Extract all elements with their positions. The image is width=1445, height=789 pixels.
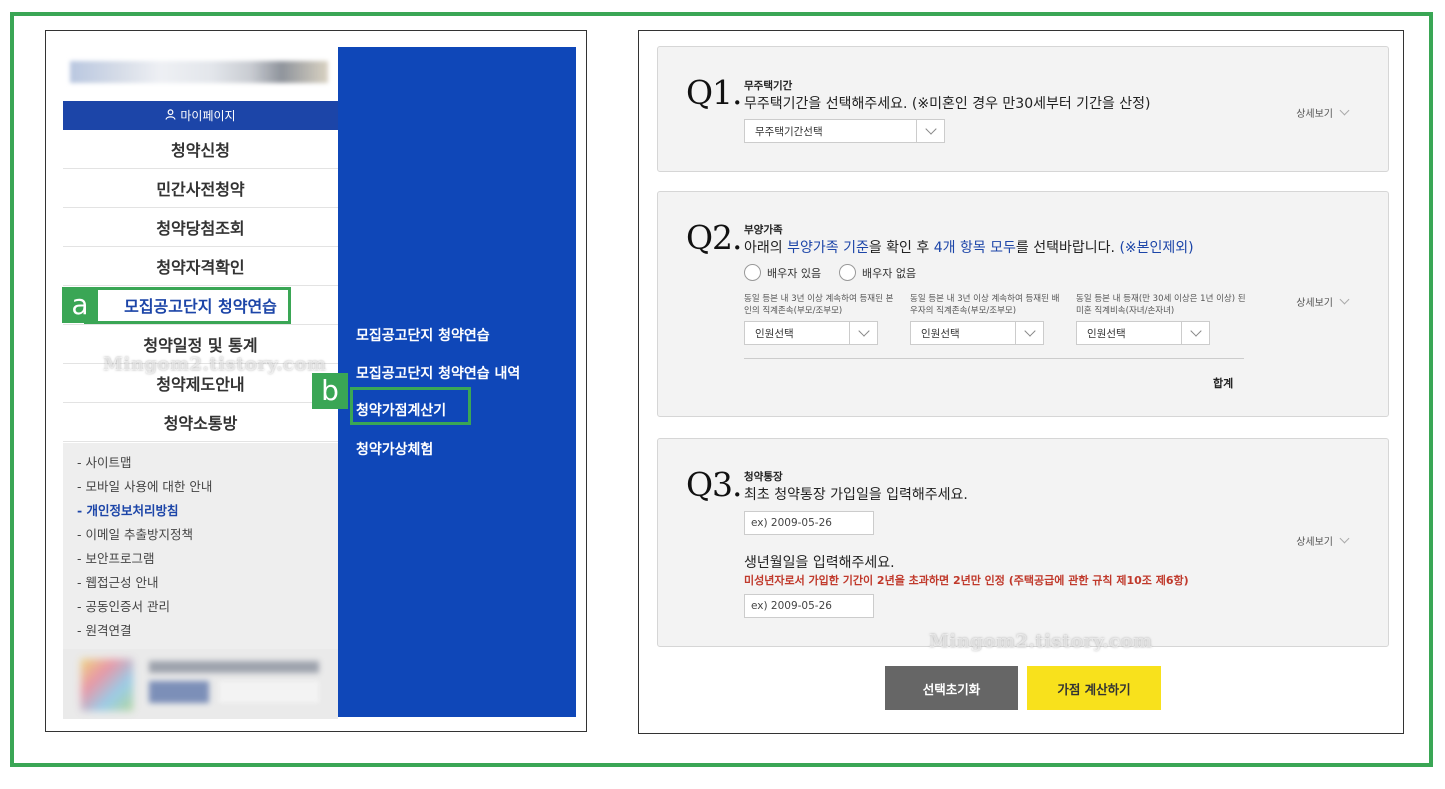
spouse-yes-label: 배우자 있음 bbox=[767, 266, 822, 280]
question-2: Q2. 부양가족 아래의 부양가족 기준을 확인 후 4개 항목 모두를 선택바… bbox=[657, 191, 1389, 417]
q2-title: 부양가족 bbox=[744, 224, 783, 236]
submenu-item-virtual-experience[interactable]: 청약가상체험 bbox=[356, 439, 433, 459]
footer-link-remote[interactable]: - 원격연결 bbox=[77, 619, 324, 643]
q3-description: 최초 청약통장 가입일을 입력해주세요. bbox=[744, 487, 968, 503]
watermark: Mingom2.tistory.com bbox=[103, 354, 327, 375]
spouse-no-label: 배우자 없음 bbox=[862, 266, 917, 280]
q3-title: 청약통장 bbox=[744, 471, 783, 483]
birthdate-description: 생년월일을 입력해주세요. bbox=[744, 555, 895, 571]
reset-selection-button[interactable]: 선택초기화 bbox=[885, 666, 1018, 710]
q1-number: Q1. bbox=[686, 73, 743, 112]
q2-number: Q2. bbox=[686, 218, 743, 257]
condition-own-parents: 동일 등본 내 3년 이상 계속하여 등재된 본인의 직계존속(부모/조부모) bbox=[744, 294, 894, 316]
q1-detail-toggle[interactable]: 상세보기 bbox=[1296, 105, 1350, 120]
q2-detail-toggle[interactable]: 상세보기 bbox=[1296, 294, 1350, 309]
mypage-button[interactable]: 마이페이지 bbox=[63, 101, 338, 130]
q2-detail-label: 상세보기 bbox=[1296, 298, 1333, 309]
q2-total-label: 합계 bbox=[1213, 377, 1234, 390]
account-open-date-input[interactable]: ex) 2009-05-26 bbox=[744, 511, 874, 535]
footer-link-accessibility[interactable]: - 웹접근성 안내 bbox=[77, 571, 324, 595]
question-1: Q1. 무주택기간 무주택기간을 선택해주세요. (※미혼인 경우 만30세부터… bbox=[657, 46, 1389, 172]
minor-period-warning: 미성년자로서 가입한 기간이 2년을 초과하면 2년만 인정 (주택공급에 관한… bbox=[744, 572, 1189, 588]
user-icon bbox=[165, 108, 176, 123]
q1-period-select[interactable]: 무주택기간선택 bbox=[744, 119, 945, 143]
divider bbox=[744, 358, 1244, 359]
chevron-down-icon bbox=[1339, 294, 1350, 305]
footer-link-privacy[interactable]: - 개인정보처리방침 bbox=[77, 499, 324, 523]
footer-link-sitemap[interactable]: - 사이트맵 bbox=[77, 451, 324, 475]
select-value: 인원선택 bbox=[1087, 327, 1126, 340]
footer-links: - 사이트맵 - 모바일 사용에 대한 안내 - 개인정보처리방침 - 이메일 … bbox=[63, 443, 338, 719]
q1-select-value: 무주택기간선택 bbox=[755, 125, 823, 138]
select-value: 인원선택 bbox=[755, 327, 794, 340]
spouse-parents-count-select[interactable]: 인원선택 bbox=[910, 321, 1044, 345]
watermark: Mingom2.tistory.com bbox=[929, 631, 1153, 652]
chevron-down-icon bbox=[1339, 105, 1350, 116]
mypage-label: 마이페이지 bbox=[180, 109, 236, 123]
chevron-down-icon bbox=[1015, 322, 1043, 344]
footer-link-security[interactable]: - 보안프로그램 bbox=[77, 547, 324, 571]
left-panel: 마이페이지 청약신청 민간사전청약 청약당첨조회 청약자격확인 모집공고단지 청… bbox=[45, 30, 587, 732]
birthdate-input[interactable]: ex) 2009-05-26 bbox=[744, 594, 874, 618]
condition-spouse-parents: 동일 등본 내 3년 이상 계속하여 등재된 배우자의 직계존속(부모/조부모) bbox=[910, 294, 1060, 316]
chevron-down-icon bbox=[1181, 322, 1209, 344]
select-value: 인원선택 bbox=[921, 327, 960, 340]
radio-circle-icon bbox=[744, 264, 761, 281]
q3-detail-label: 상세보기 bbox=[1296, 537, 1333, 548]
calculate-score-button[interactable]: 가점 계산하기 bbox=[1027, 666, 1161, 710]
spouse-yes-radio[interactable]: 배우자 있음 bbox=[744, 264, 821, 281]
submenu-panel: 모집공고단지 청약연습 모집공고단지 청약연습 내역 청약가점계산기 청약가상체… bbox=[338, 47, 576, 717]
condition-children: 동일 등본 내 등재(만 30세 이상은 1년 이상) 된 미혼 직계비속(자녀… bbox=[1076, 294, 1246, 316]
footer-link-certificate[interactable]: - 공동인증서 관리 bbox=[77, 595, 324, 619]
warning-reference: (주택공급에 관한 규칙 제10조 제6항) bbox=[1008, 574, 1189, 587]
highlight-box-b bbox=[350, 387, 471, 425]
q1-title: 무주택기간 bbox=[744, 80, 793, 92]
q2-desc-note: (※본인제외) bbox=[1119, 240, 1194, 256]
menu-item-winning-check[interactable]: 청약당첨조회 bbox=[63, 208, 338, 247]
warning-text: 미성년자로서 가입한 기간이 2년을 초과하면 2년만 인정 bbox=[744, 574, 1009, 587]
own-parents-count-select[interactable]: 인원선택 bbox=[744, 321, 878, 345]
footer-link-mobile[interactable]: - 모바일 사용에 대한 안내 bbox=[77, 475, 324, 499]
footer-banner bbox=[63, 649, 338, 719]
q1-detail-label: 상세보기 bbox=[1296, 109, 1333, 120]
highlight-box-a bbox=[84, 287, 291, 324]
menu-item-apply[interactable]: 청약신청 bbox=[63, 130, 338, 169]
q2-desc-link[interactable]: 부양가족 기준 bbox=[787, 240, 869, 256]
submenu-item-practice-history[interactable]: 모집공고단지 청약연습 내역 bbox=[356, 363, 520, 383]
chevron-down-icon bbox=[849, 322, 877, 344]
menu-item-communication[interactable]: 청약소통방 bbox=[63, 403, 338, 442]
site-logo[interactable] bbox=[70, 61, 328, 83]
q1-description: 무주택기간을 선택해주세요. (※미혼인 경우 만30세부터 기간을 산정) bbox=[744, 96, 1151, 112]
chevron-down-icon bbox=[916, 120, 944, 142]
spouse-no-radio[interactable]: 배우자 없음 bbox=[839, 264, 916, 281]
q3-detail-toggle[interactable]: 상세보기 bbox=[1296, 533, 1350, 548]
badge-a: a bbox=[62, 287, 98, 323]
children-count-select[interactable]: 인원선택 bbox=[1076, 321, 1210, 345]
q3-number: Q3. bbox=[686, 465, 743, 504]
q2-desc-part: 를 선택바랍니다. bbox=[1015, 240, 1120, 256]
q2-desc-emphasis: 4개 항목 모두 bbox=[933, 240, 1016, 256]
footer-link-email-policy[interactable]: - 이메일 추출방지정책 bbox=[77, 523, 324, 547]
menu-item-pre-subscription[interactable]: 민간사전청약 bbox=[63, 169, 338, 208]
q2-desc-part: 을 확인 후 bbox=[868, 240, 934, 256]
question-3: Q3. 청약통장 최초 청약통장 가입일을 입력해주세요. ex) 2009-0… bbox=[657, 438, 1389, 647]
main-menu: 마이페이지 청약신청 민간사전청약 청약당첨조회 청약자격확인 모집공고단지 청… bbox=[63, 101, 338, 442]
menu-item-eligibility[interactable]: 청약자격확인 bbox=[63, 247, 338, 286]
right-panel: Q1. 무주택기간 무주택기간을 선택해주세요. (※미혼인 경우 만30세부터… bbox=[638, 30, 1404, 734]
chevron-down-icon bbox=[1339, 533, 1350, 544]
radio-circle-icon bbox=[839, 264, 856, 281]
badge-b: b bbox=[312, 373, 348, 409]
q2-desc-part: 아래의 bbox=[744, 240, 788, 256]
q2-description: 아래의 부양가족 기준을 확인 후 4개 항목 모두를 선택바랍니다. (※본인… bbox=[744, 237, 1194, 257]
submenu-item-practice[interactable]: 모집공고단지 청약연습 bbox=[356, 325, 490, 345]
